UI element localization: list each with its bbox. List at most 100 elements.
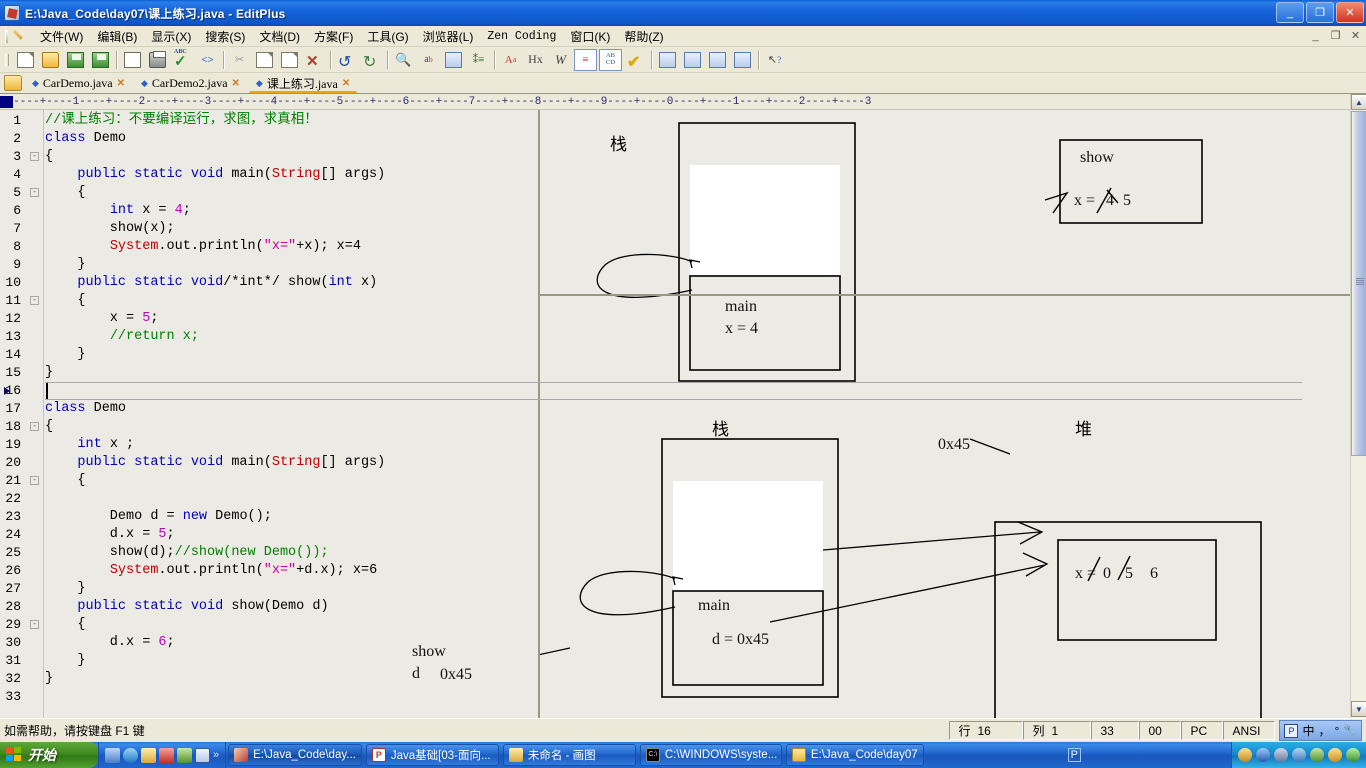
vertical-scrollbar[interactable]: ▲ ▼ (1350, 94, 1366, 718)
ime-logo-icon[interactable]: P (1284, 723, 1299, 738)
tool-icon[interactable] (177, 747, 192, 763)
status-row-label: 行 (958, 724, 971, 738)
ime-mode-label[interactable]: 中 (1302, 722, 1314, 739)
menu-item-file[interactable]: 文件(W) (33, 26, 90, 47)
horizontal-split-divider[interactable] (540, 294, 1352, 296)
fold-toggle-icon[interactable]: - (30, 476, 39, 485)
print-button[interactable] (146, 49, 169, 71)
menu-item-edit[interactable]: 编辑(B) (90, 26, 144, 47)
internet-explorer-icon[interactable] (123, 747, 138, 763)
view-source-button[interactable]: <> (196, 49, 219, 71)
menu-item-view[interactable]: 显示(X) (144, 26, 198, 47)
document-selector-button[interactable] (656, 49, 679, 71)
close-icon[interactable]: ✕ (232, 78, 240, 89)
ime-shape-icon[interactable]: ° (1334, 724, 1339, 738)
output-window-button[interactable] (731, 49, 754, 71)
ime-punctuation-icon[interactable]: ， (1318, 722, 1330, 739)
paint-icon[interactable] (141, 747, 156, 763)
redo-button[interactable]: ↻ (360, 49, 383, 71)
fold-toggle-icon[interactable]: - (30, 422, 39, 431)
taskbar-item-editplus[interactable]: E:\Java_Code\day... (228, 744, 362, 766)
close-icon[interactable]: ✕ (117, 78, 125, 89)
tray-shield-icon[interactable] (1328, 748, 1342, 762)
change-case-button[interactable]: Aa (499, 49, 522, 71)
taskbar-item-paint[interactable]: 未命名 - 画图 (502, 744, 636, 766)
tab-keshanglianxi-java[interactable]: ◆ 课上练习.java ✕ (248, 74, 358, 93)
clip-library-button[interactable] (706, 49, 729, 71)
scrollbar-thumb[interactable] (1351, 111, 1366, 456)
tray-antivirus-icon[interactable] (1310, 748, 1324, 762)
tray-update-icon[interactable] (1346, 748, 1360, 762)
cut-button[interactable]: ✂ (228, 49, 251, 71)
menu-item-window[interactable]: 窗口(K) (563, 26, 617, 47)
menu-item-browser[interactable]: 浏览器(L) (416, 26, 481, 47)
tray-note-icon[interactable]: P (1067, 748, 1081, 762)
tray-network-icon[interactable] (1256, 748, 1270, 762)
spell-check-button[interactable]: ✓ (171, 49, 194, 71)
taskbar-item-label: E:\Java_Code\day... (253, 749, 356, 761)
fold-toggle-icon[interactable]: - (30, 188, 39, 197)
fold-toggle-icon[interactable]: - (30, 620, 39, 629)
menu-drag-grip[interactable] (2, 28, 11, 44)
word-wrap-button[interactable]: W (549, 49, 572, 71)
mdi-close-button[interactable]: ✕ (1348, 28, 1363, 43)
directory-window-button[interactable] (681, 49, 704, 71)
minimize-button[interactable]: _ (1276, 2, 1304, 23)
open-file-button[interactable] (39, 49, 62, 71)
replace-button[interactable]: ab (417, 49, 440, 71)
clipboard-text-button[interactable]: AB CD (599, 48, 622, 71)
folder-icon[interactable] (4, 75, 22, 91)
editor-area[interactable]: ----+----1----+----2----+----3----+----4… (0, 94, 1366, 718)
show-desktop-icon[interactable] (105, 747, 120, 763)
mdi-minimize-button[interactable]: _ (1308, 28, 1323, 43)
context-help-button[interactable]: ↖? (763, 49, 786, 71)
run-compile-button[interactable]: ✔ (624, 49, 647, 71)
save-all-button[interactable] (89, 49, 112, 71)
menu-item-project[interactable]: 方案(F) (307, 26, 360, 47)
line-number-gutter[interactable]: 1 2 3-4 5-6 7 8 9 10 11-12 13 14 15 16 17 18-19 20 21-22… (0, 110, 44, 718)
menu-item-help[interactable]: 帮助(Z) (617, 26, 670, 47)
close-icon[interactable]: ✕ (342, 78, 350, 89)
hex-view-button[interactable]: Hx (524, 49, 547, 71)
find-in-files-button[interactable] (442, 49, 465, 71)
new-file-button[interactable] (14, 49, 37, 71)
fold-toggle-icon[interactable]: - (30, 152, 39, 161)
menu-item-zen-coding[interactable]: Zen Coding (480, 28, 563, 45)
maximize-button[interactable]: ❐ (1306, 2, 1334, 23)
expand-chevron-icon[interactable]: » (213, 749, 219, 761)
save-file-button[interactable] (64, 49, 87, 71)
tray-media-icon[interactable] (1274, 748, 1288, 762)
fold-toggle-icon[interactable]: - (30, 296, 39, 305)
tab-cardemo2-java[interactable]: ◆ CarDemo2.java ✕ (134, 74, 247, 93)
tray-tool-icon[interactable] (1238, 748, 1252, 762)
tray-clock-icon[interactable] (1292, 748, 1306, 762)
paste-button[interactable] (278, 49, 301, 71)
taskbar-item-label: E:\Java_Code\day07 (810, 749, 918, 761)
scroll-up-arrow-icon[interactable]: ▲ (1351, 94, 1366, 110)
media-icon[interactable] (159, 747, 174, 763)
scroll-down-arrow-icon[interactable]: ▼ (1351, 701, 1366, 717)
word-icon[interactable] (195, 747, 210, 763)
print-preview-button[interactable] (121, 49, 144, 71)
line-numbers-button[interactable]: ≡ (574, 48, 597, 71)
copy-button[interactable] (253, 49, 276, 71)
code-line: public static void main(String[] args) (77, 167, 386, 182)
delete-button[interactable]: ✕ (303, 49, 326, 71)
tab-cardemo-java[interactable]: ◆ CarDemo.java ✕ (25, 74, 132, 93)
menu-item-search[interactable]: 搜索(S) (198, 26, 252, 47)
ime-toolbar[interactable]: P 中 ， ° 🔧 (1279, 720, 1362, 741)
menu-item-document[interactable]: 文档(D) (252, 26, 307, 47)
taskbar-item-explorer[interactable]: E:\Java_Code\day07 (785, 744, 924, 766)
toolbar-drag-grip[interactable] (3, 51, 11, 69)
find-icon[interactable]: 🔍 (392, 49, 415, 71)
goto-line-button[interactable]: ⁑≡ (467, 49, 490, 71)
code-line: { (45, 617, 86, 632)
start-button[interactable]: 开始 (0, 742, 98, 768)
close-button[interactable]: ✕ (1336, 2, 1364, 23)
undo-button[interactable]: ↺ (335, 49, 358, 71)
ime-settings-icon[interactable]: 🔧 (1343, 724, 1357, 737)
taskbar-item-powerpoint[interactable]: P Java基础[03-面向... (365, 744, 499, 766)
taskbar-item-console[interactable]: C:\ C:\WINDOWS\syste... (639, 744, 782, 766)
menu-item-tools[interactable]: 工具(G) (360, 26, 415, 47)
mdi-restore-button[interactable]: ❐ (1328, 28, 1343, 43)
